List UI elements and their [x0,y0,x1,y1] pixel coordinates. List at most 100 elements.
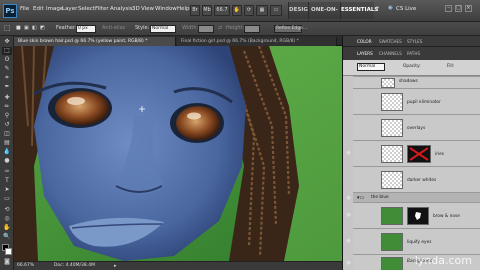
tab-color[interactable]: COLOR [357,38,372,46]
menu-help[interactable]: Help [177,6,190,12]
document-canvas[interactable] [14,46,342,261]
feather-input[interactable]: 0 px [76,25,96,33]
tab-label: Blue skin brown hair.psd @ 66.7% (yellow… [18,39,148,44]
quick-mask-icon[interactable]: ◙ [2,258,12,266]
layer-thumbnail [381,145,403,163]
3d-orbit-icon[interactable]: ◎ [2,215,12,223]
menu-window[interactable]: Window [155,6,177,12]
gradient-tool-icon[interactable]: ▤ [2,139,12,147]
height-input[interactable] [244,25,260,33]
status-zoom[interactable]: 66.67% [17,262,34,270]
swap-icon[interactable]: ⇄ [218,25,222,31]
layer-row[interactable]: ● liquify eyes [346,228,480,254]
3d-rotate-icon[interactable]: ⟲ [2,206,12,214]
layer-row[interactable]: overlays [353,114,480,140]
new-selection-icon[interactable]: ■ [16,25,21,31]
quick-select-icon[interactable]: ✎ [2,65,12,73]
menu-layer[interactable]: Layer [62,6,77,12]
layer-name: brow & nose [433,214,460,219]
workspace-one-on-one[interactable]: ONE-ON-ONE [308,2,340,30]
path-select-icon[interactable]: ➤ [2,186,12,194]
tab-styles[interactable]: STYLES [407,38,422,46]
dodge-tool-icon[interactable]: ● [2,157,12,165]
eye-icon[interactable]: ● [345,260,352,267]
lasso-tool-icon[interactable]: ʘ [2,56,12,64]
workspace-design[interactable]: DESIGN [288,2,312,19]
document-tabs: Blue skin brown hair.psd @ 66.7% (yellow… [14,36,342,46]
layer-row[interactable]: shadows [353,76,480,88]
cs-live-icon[interactable]: ◉ [388,5,393,11]
layer-row[interactable]: ● brow & nose [346,202,480,228]
pen-tool-icon[interactable]: ✑ [2,168,12,176]
minimize-button[interactable]: – [445,5,452,12]
shape-tool-icon[interactable]: ▭ [2,195,12,203]
menu-analysis[interactable]: Analysis [110,6,133,12]
brush-tool-icon[interactable]: ✏ [2,103,12,111]
subtract-selection-icon[interactable]: ◧ [32,25,37,31]
tab-layers[interactable]: LAYERS [357,50,373,58]
marquee-tool-icon[interactable]: ⬚ [4,24,11,32]
eyedropper-icon[interactable]: ✒ [2,83,12,91]
hand-tool-icon[interactable]: ✋ [232,5,242,16]
layer-group-name: the blue [371,195,389,200]
zoom-tool-icon[interactable]: 🔍 [2,233,12,241]
status-bar: 66.67% Doc: 4.40M/38.4M ▸ [14,261,342,270]
workspace-essentials[interactable]: ESSENTIALS [340,2,378,19]
layer-row[interactable]: pupil eliminator [353,88,480,114]
tab-blue-skin[interactable]: Blue skin brown hair.psd @ 66.7% (yellow… [14,37,176,46]
intersect-selection-icon[interactable]: ◩ [40,25,45,31]
anti-alias-checkbox[interactable]: Anti-alias [102,25,125,31]
layer-name: liquify eyes [407,240,432,245]
refine-edge-button[interactable]: Refine Edge... [274,25,307,33]
eye-icon[interactable]: ● [345,150,352,157]
tab-channels[interactable]: CHANNELS [379,50,402,58]
marquee-tool-icon[interactable]: ⬚ [2,47,12,55]
blur-tool-icon[interactable]: 💧 [2,148,12,156]
mini-bridge-icon[interactable]: Mb [202,5,212,16]
menu-select[interactable]: Select [78,6,95,12]
layer-mask-thumbnail[interactable] [407,145,431,163]
more-workspaces-icon[interactable]: » [376,5,379,11]
maximize-button[interactable]: □ [455,5,462,12]
cs-live-button[interactable]: CS Live [396,6,416,12]
menu-image[interactable]: Image [46,6,63,12]
eye-icon[interactable]: ● [345,195,352,202]
hand-tool-icon[interactable]: ✋ [2,224,12,232]
crop-tool-icon[interactable]: ⌗ [2,74,12,82]
status-doc-size: Doc: 4.40M/38.4M [54,263,95,268]
eye-icon[interactable]: ● [345,212,352,219]
layer-row[interactable]: darker whites [353,166,480,192]
bridge-icon[interactable]: Br [190,5,200,16]
status-menu-icon[interactable]: ▸ [114,262,117,270]
menu-3d[interactable]: 3D [132,6,140,12]
healing-brush-icon[interactable]: ✚ [2,94,12,102]
tab-swatches[interactable]: SWATCHES [379,38,402,46]
opacity-label: Opacity: [403,64,421,69]
type-tool-icon[interactable]: T [2,177,12,185]
width-input[interactable] [198,25,214,33]
blend-mode-select[interactable]: Normal [357,63,385,71]
layer-group-row[interactable]: ● ▾▭ the blue [346,192,480,202]
menu-view[interactable]: View [141,6,154,12]
style-select[interactable]: Normal [150,25,176,33]
tab-final-fiction[interactable]: Final fiction girl.psd @ 66.7% (Backgrou… [177,37,337,46]
eraser-icon[interactable]: ◫ [2,130,12,138]
menu-file[interactable]: File [20,6,29,12]
history-brush-icon[interactable]: ↺ [2,121,12,129]
left-eye-iris [55,91,109,125]
layer-row[interactable]: ● iries [346,140,480,166]
menu-filter[interactable]: Filter [95,6,109,12]
menu-edit[interactable]: Edit [33,6,44,12]
move-tool-icon[interactable]: ✥ [2,38,12,46]
zoom-level-field[interactable]: 66.7 [214,5,230,16]
clone-stamp-icon[interactable]: ⚲ [2,112,12,120]
rotate-view-icon[interactable]: ⟳ [244,5,254,16]
tab-paths[interactable]: PATHS [407,50,420,58]
background-color-swatch[interactable] [5,248,12,255]
add-selection-icon[interactable]: ▣ [24,25,29,31]
screen-mode-icon[interactable]: ▭ [270,5,282,16]
layer-mask-thumbnail[interactable] [407,207,429,225]
arrange-docs-icon[interactable]: ▦ [256,5,268,16]
close-button[interactable]: × [465,5,472,12]
eye-icon[interactable]: ● [345,238,352,245]
